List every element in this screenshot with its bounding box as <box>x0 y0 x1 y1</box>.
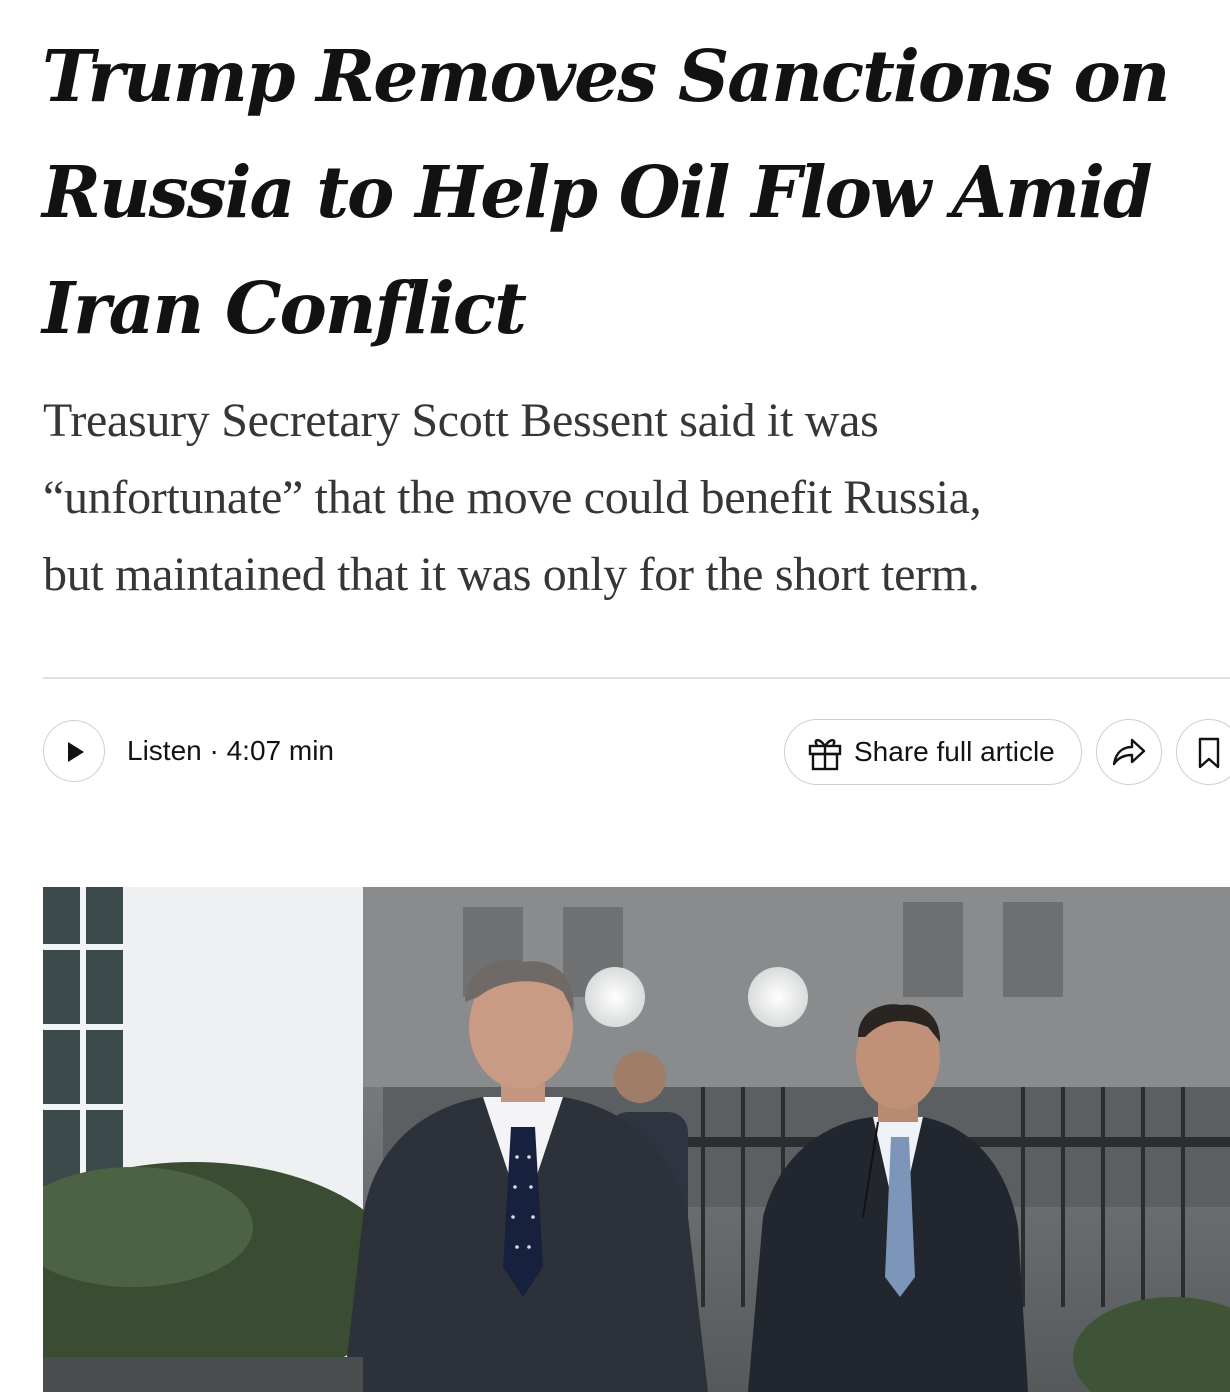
article-summary: Treasury Secretary Scott Bessent said it… <box>43 382 1213 613</box>
share-button[interactable] <box>1096 719 1162 785</box>
share-arrow-icon <box>1112 738 1146 766</box>
summary-line: “unfortunate” that the move could benefi… <box>43 471 982 524</box>
listen-play-button[interactable] <box>43 720 105 782</box>
article-headline: Trump Removes Sanctions on Russia to Hel… <box>42 18 1222 366</box>
save-bookmark-button[interactable] <box>1176 719 1230 785</box>
headline-line: Trump Removes Sanctions on <box>42 34 1171 118</box>
share-full-article-button[interactable]: Share full article <box>784 719 1082 785</box>
article-lead-photo <box>43 887 1230 1392</box>
summary-line: but maintained that it was only for the … <box>43 548 980 601</box>
share-full-article-label: Share full article <box>854 736 1055 767</box>
listen-duration-label[interactable]: Listen · 4:07 min <box>127 732 334 770</box>
article-page: Trump Removes Sanctions on Russia to Hel… <box>0 0 1230 1392</box>
bookmark-icon <box>1198 737 1220 769</box>
summary-line: Treasury Secretary Scott Bessent said it… <box>43 394 879 447</box>
divider <box>43 677 1230 679</box>
photo-illustration <box>43 887 1230 1392</box>
gift-icon <box>808 739 842 771</box>
headline-line: Iran Conflict <box>42 266 527 350</box>
play-icon <box>68 742 84 762</box>
headline-line: Russia to Help Oil Flow Amid <box>42 150 1153 234</box>
